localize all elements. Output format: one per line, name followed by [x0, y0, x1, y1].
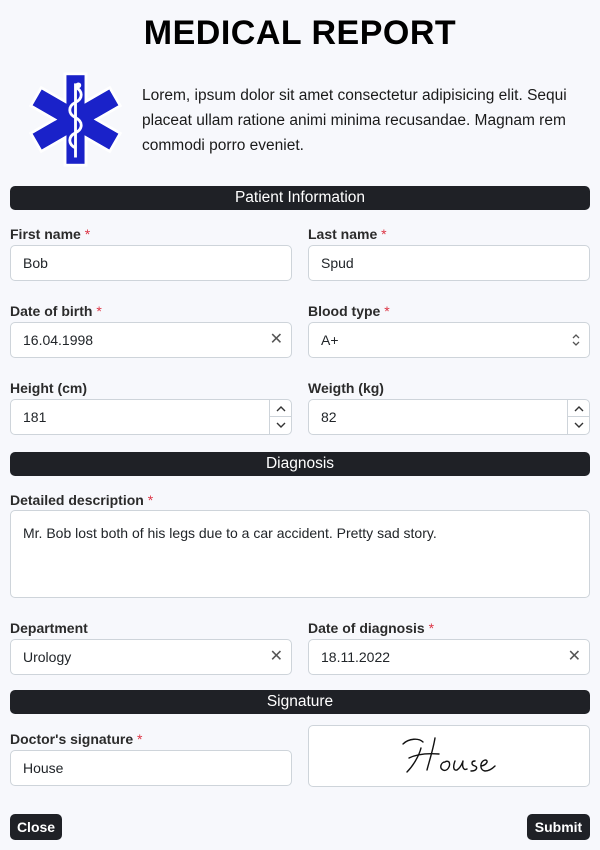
section-header-diagnosis: Diagnosis [10, 452, 590, 476]
label-text: Detailed description [10, 492, 144, 508]
section-header-signature: Signature [10, 690, 590, 714]
height-input[interactable]: 181 [10, 399, 292, 435]
height-label: Height (cm) [10, 380, 87, 396]
description-label: Detailed description * [10, 492, 153, 508]
signature-preview [308, 725, 590, 787]
chevron-down-icon [276, 422, 286, 428]
height-value: 181 [23, 409, 47, 425]
label-text: Date of birth [10, 303, 93, 319]
page-title: MEDICAL REPORT [143, 14, 457, 52]
required-mark: * [384, 303, 390, 319]
star-of-life-icon [28, 72, 123, 167]
clear-icon[interactable]: ✕ [568, 640, 581, 674]
diagnosis-date-value: 18.11.2022 [321, 649, 391, 665]
intro-text: Lorem, ipsum dolor sit amet consectetur … [142, 87, 567, 154]
weight-input[interactable]: 82 [308, 399, 590, 435]
chevron-up-down-icon [572, 334, 580, 346]
chevron-down-icon [574, 422, 584, 428]
required-mark: * [147, 492, 154, 508]
blood-type-label: Blood type * [308, 303, 390, 319]
dob-label: Date of birth * [10, 303, 102, 319]
height-stepper[interactable] [269, 400, 291, 434]
last-name-input[interactable]: Spud [308, 245, 590, 281]
weight-label: Weigth (kg) [308, 380, 384, 396]
department-label: Department [10, 620, 88, 636]
stepper-down-button[interactable] [270, 417, 291, 434]
diagnosis-date-label: Date of diagnosis * [308, 620, 434, 636]
label-text: Doctor's signature [10, 731, 134, 747]
last-name-label: Last name * [308, 226, 387, 242]
stepper-up-button[interactable] [270, 400, 291, 417]
required-mark: * [381, 226, 387, 242]
first-name-label: First name * [10, 226, 90, 242]
description-textarea[interactable]: Mr. Bob lost both of his legs due to a c… [10, 510, 590, 598]
diagnosis-date-input[interactable]: 18.11.2022 ✕ [308, 639, 590, 675]
handwritten-signature [402, 737, 496, 773]
weight-value: 82 [321, 409, 337, 425]
clear-icon[interactable]: ✕ [270, 640, 283, 674]
dob-value: 16.04.1998 [23, 332, 94, 348]
section-header-patient: Patient Information [10, 186, 590, 210]
required-mark: * [84, 226, 91, 242]
required-mark: * [96, 303, 102, 319]
weight-stepper[interactable] [567, 400, 589, 434]
label-text: First name [10, 226, 81, 242]
blood-type-value: A+ [321, 332, 339, 348]
doctor-signature-input[interactable]: House [10, 750, 292, 786]
submit-button[interactable]: Submit [527, 814, 590, 840]
required-mark: * [428, 620, 435, 636]
clear-icon[interactable]: ✕ [270, 323, 283, 357]
department-value: Urology [23, 649, 72, 665]
close-button[interactable]: Close [10, 814, 62, 840]
stepper-up-button[interactable] [568, 400, 589, 417]
department-input[interactable]: Urology ✕ [10, 639, 292, 675]
chevron-up-icon [574, 406, 584, 412]
stepper-down-button[interactable] [568, 417, 589, 434]
label-text: Date of diagnosis [308, 620, 425, 636]
first-name-input[interactable]: Bob [10, 245, 292, 281]
chevron-up-icon [276, 406, 286, 412]
doctor-signature-label: Doctor's signature * [10, 731, 142, 747]
required-mark: * [137, 731, 143, 747]
dob-input[interactable]: 16.04.1998 ✕ [10, 322, 292, 358]
label-text: Blood type [308, 303, 381, 319]
label-text: Last name [308, 226, 378, 242]
blood-type-select[interactable]: A+ [308, 322, 590, 358]
